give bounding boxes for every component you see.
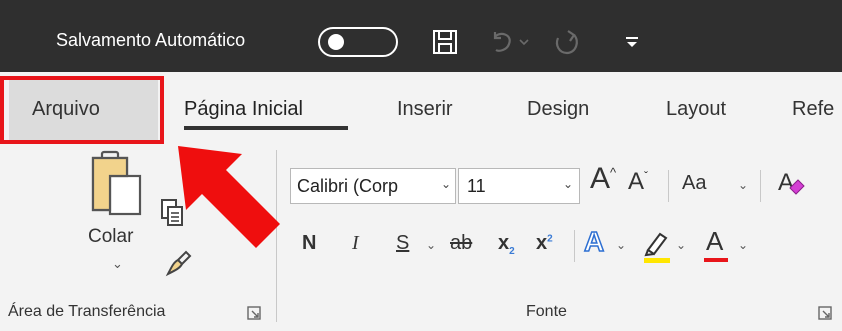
chevron-down-icon[interactable]: ⌄ [616,238,626,252]
separator [760,170,761,202]
paste-icon[interactable] [90,148,150,229]
tab-insert[interactable]: Inserir [397,98,453,121]
font-size-combobox[interactable]: 11 ⌄ [458,168,580,204]
chevron-down-icon[interactable]: ⌄ [441,177,451,191]
separator [574,230,575,262]
text-effects-button[interactable]: A [583,225,605,258]
chevron-down-icon[interactable]: ⌄ [563,177,573,191]
font-color-button[interactable]: A [706,226,723,257]
separator [668,170,669,202]
clipboard-group-label: Área de Transferência [8,303,166,320]
undo-icon[interactable] [488,26,518,58]
font-group-label: Fonte [526,303,567,320]
chevron-down-icon[interactable]: ⌄ [738,178,748,192]
font-name-combobox[interactable]: Calibri (Corp ⌄ [290,168,456,204]
autosave-toggle[interactable] [318,27,398,57]
autosave-label: Salvamento Automático [56,30,246,50]
clear-formatting-icon[interactable]: A [776,166,806,205]
save-icon[interactable] [428,26,462,58]
tab-references[interactable]: Refe [792,98,834,121]
font-name-value: Calibri (Corp [297,176,399,196]
superscript-button[interactable]: x2 [536,232,553,255]
italic-button[interactable]: I [352,232,359,255]
chevron-down-icon[interactable]: ⌄ [676,238,686,252]
selected-tab-indicator [184,126,348,130]
tab-layout[interactable]: Layout [666,98,726,121]
undo-dropdown-icon[interactable] [516,26,532,58]
annotation-arrow-icon [160,140,290,265]
font-size-value: 11 [467,176,486,196]
toggle-knob [328,34,344,50]
svg-text:A: A [778,169,794,196]
subscript-button[interactable]: x2 [498,232,515,257]
paste-button[interactable]: Colar [88,226,133,248]
title-bar: Salvamento Automático [0,0,842,72]
underline-button[interactable]: S [396,232,409,255]
customize-quick-access-icon[interactable] [622,26,642,58]
grow-font-button[interactable]: A^ [590,162,616,196]
shrink-font-button[interactable]: Aˇ [628,168,648,196]
tab-home[interactable]: Página Inicial [184,98,303,121]
change-case-button[interactable]: Aa [682,172,706,195]
font-color-swatch [704,258,728,262]
bold-button[interactable]: N [302,232,316,255]
chevron-down-icon[interactable]: ⌄ [426,238,436,252]
dialog-launcher-icon[interactable] [818,306,832,325]
redo-icon[interactable] [552,26,582,58]
tab-design[interactable]: Design [527,98,589,121]
highlighter-icon[interactable] [640,228,674,269]
annotation-highlight-box [0,76,164,144]
paste-dropdown-icon[interactable]: ⌄ [112,256,123,272]
dialog-launcher-icon[interactable] [247,306,261,325]
strikethrough-button[interactable]: ab [450,232,472,255]
chevron-down-icon[interactable]: ⌄ [738,238,748,252]
